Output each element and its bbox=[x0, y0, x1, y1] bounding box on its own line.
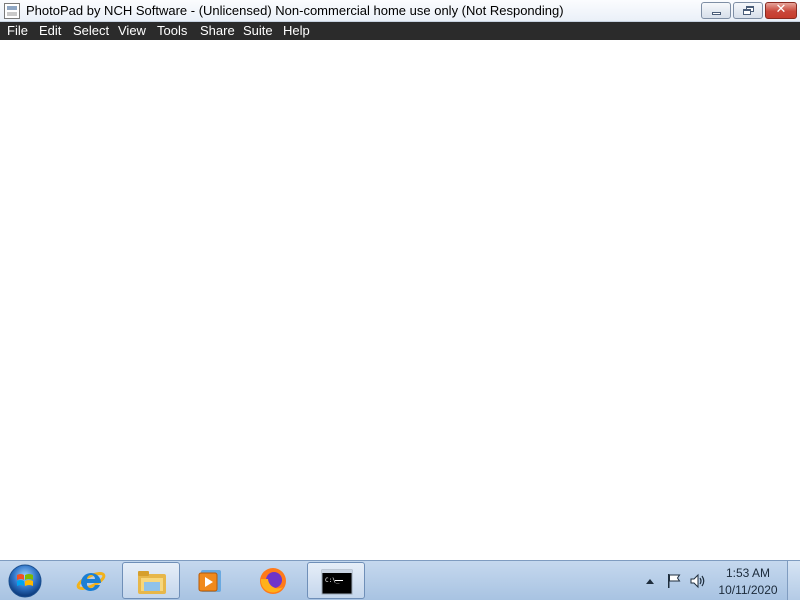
internet-explorer-icon bbox=[76, 572, 106, 592]
menu-bar: File Edit Select View Tools Share Suite … bbox=[0, 22, 800, 40]
menu-suite[interactable]: Suite bbox=[243, 23, 273, 38]
show-hidden-icons-arrow-icon[interactable] bbox=[645, 577, 655, 585]
start-button[interactable] bbox=[7, 563, 43, 599]
taskbar-file-explorer[interactable] bbox=[122, 562, 180, 599]
clock-time[interactable]: 1:53 AM bbox=[712, 566, 784, 580]
restore-button[interactable] bbox=[733, 2, 763, 19]
close-button[interactable]: ✕ bbox=[765, 2, 797, 19]
windows-start-icon bbox=[8, 564, 42, 598]
file-explorer-icon bbox=[138, 571, 166, 594]
minimize-button[interactable] bbox=[701, 2, 731, 19]
firefox-icon bbox=[260, 568, 286, 594]
photopad-app-icon[interactable] bbox=[4, 3, 20, 19]
command-prompt-icon: C:\_ bbox=[321, 569, 353, 595]
clock-date[interactable]: 10/11/2020 bbox=[712, 583, 784, 597]
window-title-bar[interactable]: PhotoPad by NCH Software - (Unlicensed) … bbox=[0, 0, 800, 22]
taskbar-command-prompt[interactable]: C:\_ bbox=[307, 562, 365, 599]
menu-edit[interactable]: Edit bbox=[39, 23, 61, 38]
menu-share[interactable]: Share bbox=[200, 23, 235, 38]
show-desktop-button[interactable] bbox=[787, 561, 800, 600]
menu-view[interactable]: View bbox=[118, 23, 146, 38]
desktop-screen: PhotoPad by NCH Software - (Unlicensed) … bbox=[0, 0, 800, 600]
volume-icon[interactable] bbox=[689, 573, 707, 589]
action-center-flag-icon[interactable] bbox=[666, 573, 682, 589]
close-icon: ✕ bbox=[775, 2, 787, 17]
windows-taskbar: C:\_ 1:53 AM 10/11/2020 bbox=[0, 560, 800, 600]
media-player-icon bbox=[198, 570, 221, 592]
menu-help[interactable]: Help bbox=[283, 23, 310, 38]
taskbar-firefox[interactable] bbox=[244, 562, 302, 599]
menu-tools[interactable]: Tools bbox=[157, 23, 187, 38]
main-content-area bbox=[0, 40, 800, 560]
menu-file[interactable]: File bbox=[7, 23, 28, 38]
window-title: PhotoPad by NCH Software - (Unlicensed) … bbox=[26, 3, 564, 18]
menu-select[interactable]: Select bbox=[73, 23, 109, 38]
taskbar-media-player[interactable] bbox=[182, 562, 240, 599]
taskbar-internet-explorer[interactable] bbox=[62, 562, 120, 599]
